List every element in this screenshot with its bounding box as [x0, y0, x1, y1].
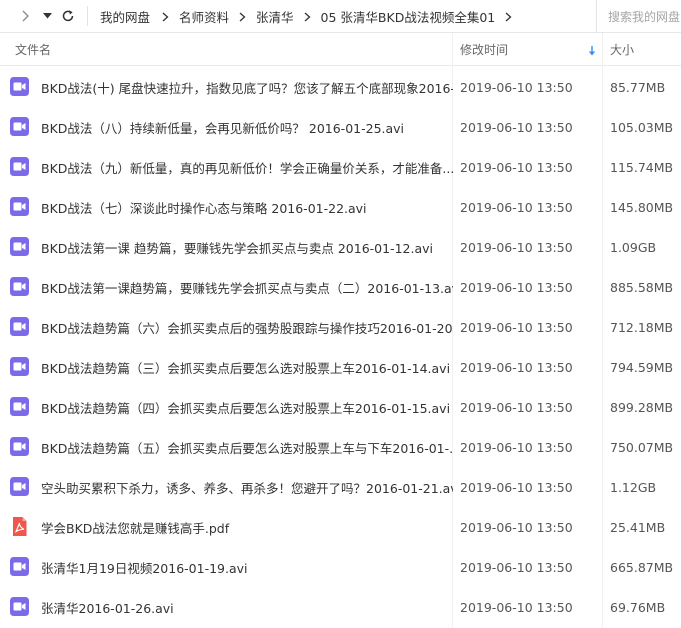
sort-descending-icon[interactable] — [588, 45, 596, 59]
file-modified-time: 2019-06-10 13:50 — [460, 439, 573, 455]
file-modified-time: 2019-06-10 13:50 — [460, 319, 573, 335]
pdf-icon — [10, 517, 29, 536]
file-size: 899.28MB — [610, 399, 674, 415]
file-name[interactable]: BKD战法趋势篇（六）会抓买卖点后的强势股跟踪与操作技巧2016-01-20..… — [41, 307, 453, 347]
file-name[interactable]: 学会BKD战法您就是赚钱高手.pdf — [41, 507, 453, 547]
file-modified-time: 2019-06-10 13:50 — [460, 599, 573, 615]
file-row[interactable]: BKD战法第一课 趋势篇，要赚钱先学会抓买点与卖点 2016-01-12.avi… — [0, 227, 681, 267]
file-row[interactable]: 张清华2016-01-26.avi 2019-06-10 13:50 69.76MB — [0, 587, 681, 627]
file-modified-time: 2019-06-10 13:50 — [460, 159, 573, 175]
file-name[interactable]: BKD战法趋势篇（五）会抓买卖点后要怎么选对股票上车与下车2016-01-... — [41, 427, 453, 467]
video-icon — [10, 557, 29, 576]
chevron-right-icon — [239, 12, 246, 22]
file-modified-time: 2019-06-10 13:50 — [460, 239, 573, 255]
file-row[interactable]: 张清华1月19日视频2016-01-19.avi 2019-06-10 13:50… — [0, 547, 681, 587]
file-name[interactable]: BKD战法（八）持续新低量，会再见新低价吗？ 2016-01-25.avi — [41, 107, 453, 147]
file-modified-time: 2019-06-10 13:50 — [460, 119, 573, 135]
file-row[interactable]: BKD战法第一课趋势篇，要赚钱先学会抓买点与卖点（二）2016-01-13.av… — [0, 267, 681, 307]
file-size: 25.41MB — [610, 519, 666, 535]
file-size: 1.12GB — [610, 479, 657, 495]
file-row[interactable]: BKD战法趋势篇（五）会抓买卖点后要怎么选对股票上车与下车2016-01-...… — [0, 427, 681, 467]
breadcrumb-zhang-qinghua[interactable]: 张清华 — [256, 7, 294, 26]
file-row[interactable]: BKD战法（九）新低量，真的再见新低价！学会正确量价关系，才能准备... 2019… — [0, 147, 681, 187]
video-icon — [10, 277, 29, 296]
video-icon — [10, 77, 29, 96]
file-name[interactable]: 张清华1月19日视频2016-01-19.avi — [41, 547, 453, 587]
breadcrumb-current-folder[interactable]: 05 张清华BKD战法视频全集01 — [321, 7, 496, 26]
file-size: 1.09GB — [610, 239, 657, 255]
search-input[interactable] — [608, 9, 681, 24]
file-name[interactable]: BKD战法第一课趋势篇，要赚钱先学会抓买点与卖点（二）2016-01-13.av… — [41, 267, 453, 307]
video-icon — [10, 237, 29, 256]
file-row[interactable]: BKD战法（七）深谈此时操作心态与策略 2016-01-22.avi 2019-0… — [0, 187, 681, 227]
file-row[interactable]: BKD战法(十) 尾盘快速拉升，指数见底了吗？您该了解五个底部现象2016-..… — [0, 67, 681, 107]
video-icon — [10, 317, 29, 336]
toolbar-divider — [87, 6, 88, 26]
file-modified-time: 2019-06-10 13:50 — [460, 559, 573, 575]
file-name[interactable]: BKD战法趋势篇（三）会抓买卖点后要怎么选对股票上车2016-01-14.avi — [41, 347, 453, 387]
video-icon — [10, 597, 29, 616]
file-size: 145.80MB — [610, 199, 674, 215]
file-modified-time: 2019-06-10 13:50 — [460, 359, 573, 375]
search-box — [596, 0, 681, 33]
file-size: 885.58MB — [610, 279, 674, 295]
file-list-header: 文件名 修改时间 大小 — [0, 33, 681, 66]
file-size: 105.03MB — [610, 119, 674, 135]
breadcrumb-teacher-materials[interactable]: 名师资料 — [179, 7, 229, 26]
file-modified-time: 2019-06-10 13:50 — [460, 279, 573, 295]
video-icon — [10, 437, 29, 456]
column-header-modified-time[interactable]: 修改时间 — [460, 33, 508, 66]
breadcrumb-my-disk[interactable]: 我的网盘 — [100, 7, 150, 26]
file-name[interactable]: BKD战法第一课 趋势篇，要赚钱先学会抓买点与卖点 2016-01-12.avi — [41, 227, 453, 267]
dropdown-caret-icon[interactable] — [38, 7, 56, 25]
file-modified-time: 2019-06-10 13:50 — [460, 399, 573, 415]
file-name[interactable]: BKD战法趋势篇（四）会抓买卖点后要怎么选对股票上车2016-01-15.avi — [41, 387, 453, 427]
chevron-right-icon — [162, 12, 169, 22]
file-row[interactable]: BKD战法趋势篇（六）会抓买卖点后的强势股跟踪与操作技巧2016-01-20..… — [0, 307, 681, 347]
back-arrow-icon[interactable] — [16, 7, 34, 25]
file-row[interactable]: 空头助买累积下杀力，诱多、养多、再杀多！您避开了吗？2016-01-21.avi… — [0, 467, 681, 507]
file-size: 712.18MB — [610, 319, 674, 335]
file-name[interactable]: BKD战法（七）深谈此时操作心态与策略 2016-01-22.avi — [41, 187, 453, 227]
file-row[interactable]: BKD战法趋势篇（四）会抓买卖点后要怎么选对股票上车2016-01-15.avi… — [0, 387, 681, 427]
video-icon — [10, 397, 29, 416]
file-size: 115.74MB — [610, 159, 674, 175]
file-name[interactable]: BKD战法（九）新低量，真的再见新低价！学会正确量价关系，才能准备... — [41, 147, 453, 187]
video-icon — [10, 117, 29, 136]
file-name[interactable]: 张清华2016-01-26.avi — [41, 587, 453, 627]
file-name[interactable]: BKD战法(十) 尾盘快速拉升，指数见底了吗？您该了解五个底部现象2016-..… — [41, 67, 453, 107]
column-header-name[interactable]: 文件名 — [15, 33, 51, 66]
file-size: 665.87MB — [610, 559, 674, 575]
chevron-right-icon — [505, 12, 512, 22]
file-size: 85.77MB — [610, 79, 666, 95]
file-name[interactable]: 空头助买累积下杀力，诱多、养多、再杀多！您避开了吗？2016-01-21.avi — [41, 467, 453, 507]
file-modified-time: 2019-06-10 13:50 — [460, 479, 573, 495]
file-size: 794.59MB — [610, 359, 674, 375]
refresh-icon[interactable] — [59, 7, 77, 25]
breadcrumb: 我的网盘 名师资料 张清华 05 张清华BKD战法视频全集01 — [100, 0, 522, 33]
file-size: 750.07MB — [610, 439, 674, 455]
file-row[interactable]: BKD战法（八）持续新低量，会再见新低价吗？ 2016-01-25.avi 201… — [0, 107, 681, 147]
column-header-size[interactable]: 大小 — [610, 33, 634, 66]
chevron-right-icon — [304, 12, 311, 22]
video-icon — [10, 357, 29, 376]
file-row[interactable]: BKD战法趋势篇（三）会抓买卖点后要怎么选对股票上车2016-01-14.avi… — [0, 347, 681, 387]
video-icon — [10, 197, 29, 216]
file-modified-time: 2019-06-10 13:50 — [460, 519, 573, 535]
file-row[interactable]: 学会BKD战法您就是赚钱高手.pdf 2019-06-10 13:50 25.41M… — [0, 507, 681, 547]
video-icon — [10, 477, 29, 496]
video-icon — [10, 157, 29, 176]
file-modified-time: 2019-06-10 13:50 — [460, 79, 573, 95]
toolbar: 我的网盘 名师资料 张清华 05 张清华BKD战法视频全集01 — [0, 0, 681, 33]
file-size: 69.76MB — [610, 599, 666, 615]
file-modified-time: 2019-06-10 13:50 — [460, 199, 573, 215]
